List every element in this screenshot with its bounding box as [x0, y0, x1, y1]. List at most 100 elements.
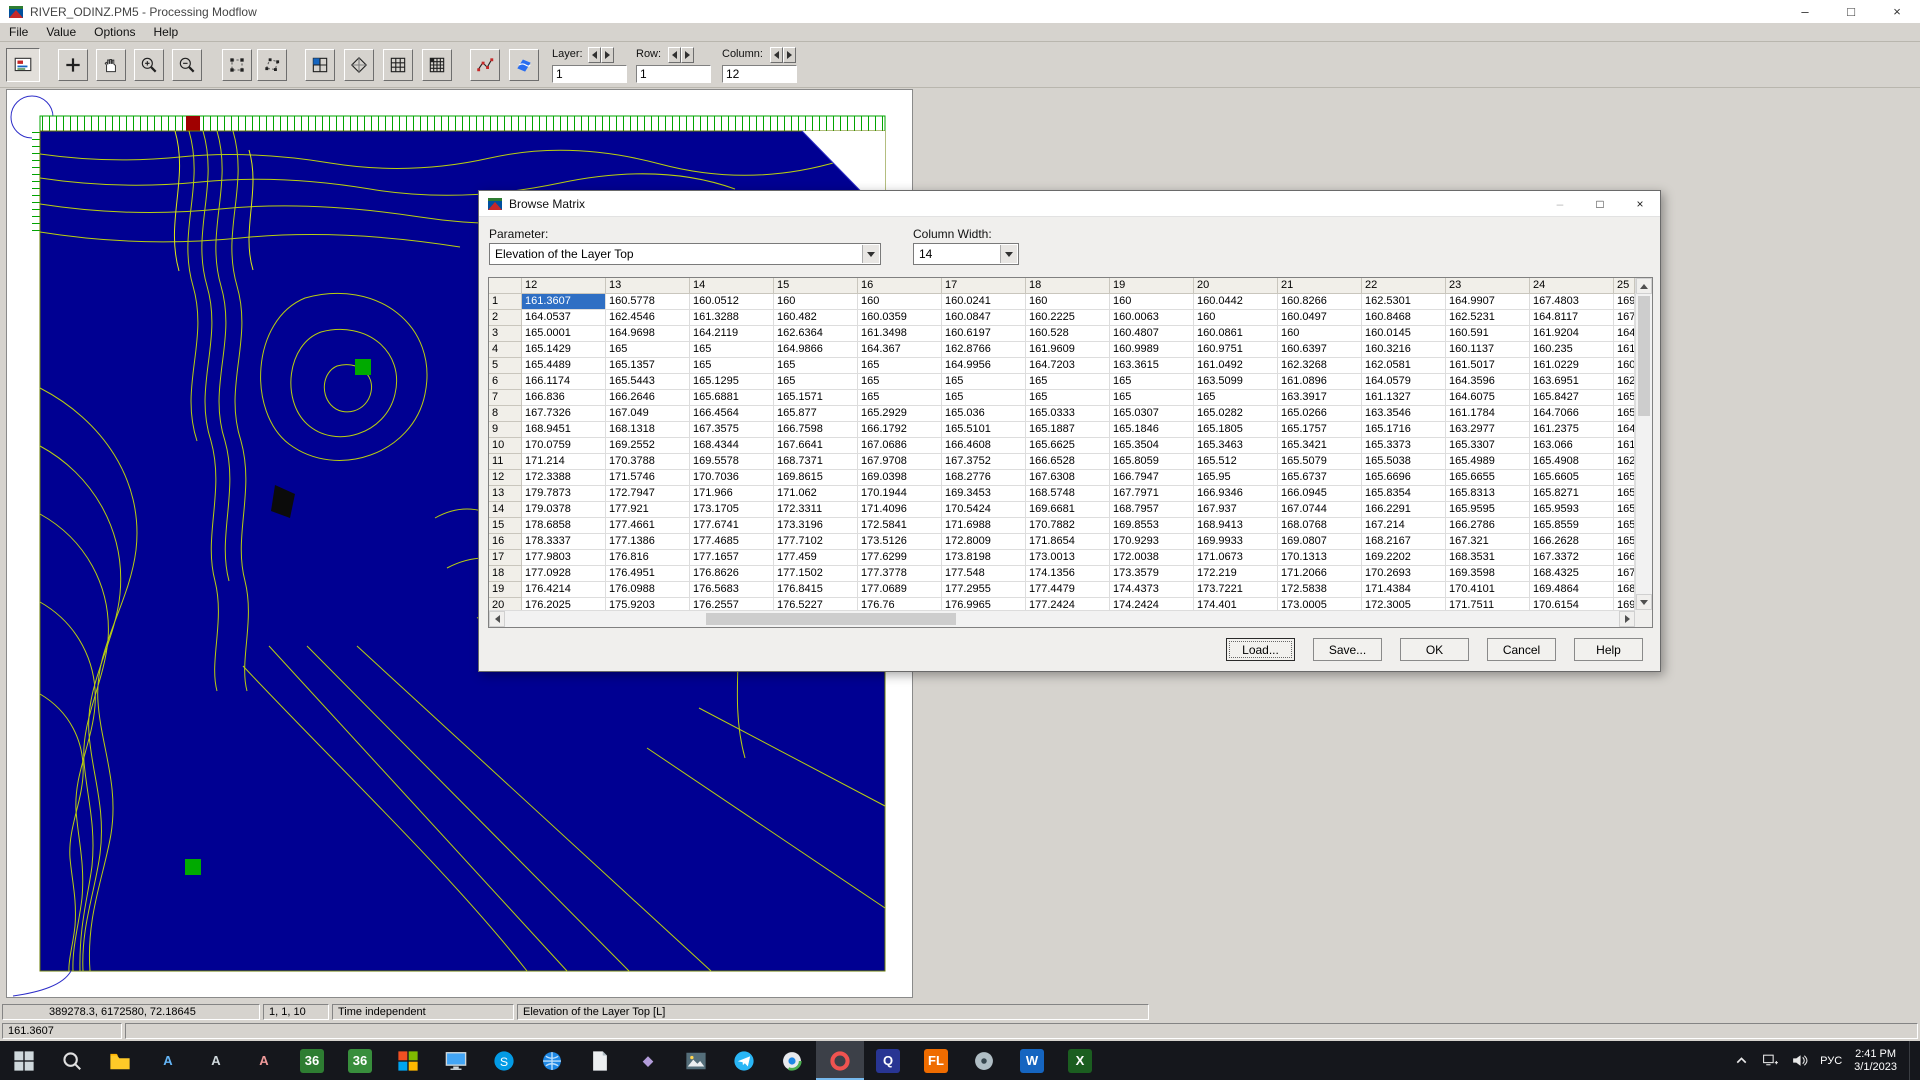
grid-cell[interactable]: 160.9751: [1194, 342, 1278, 358]
grid-cell[interactable]: 176.5227: [774, 598, 858, 610]
grid-cell[interactable]: 165.4908: [1530, 454, 1614, 470]
grid-cell[interactable]: 165.: [1614, 534, 1635, 550]
grid-cell[interactable]: 174.401: [1194, 598, 1278, 610]
grid-cell[interactable]: 160.0847: [942, 310, 1026, 326]
grid-cell[interactable]: 177.548: [942, 566, 1026, 582]
grid-cell[interactable]: 162.: [1614, 454, 1635, 470]
grid-cell[interactable]: 165.3373: [1362, 438, 1446, 454]
grid-cell[interactable]: 164.2119: [690, 326, 774, 342]
taskbar-word-icon[interactable]: W: [1008, 1041, 1056, 1080]
clock[interactable]: 2:41 PM 3/1/2023: [1854, 1048, 1897, 1074]
grid-cell[interactable]: 178.3337: [522, 534, 606, 550]
grid-cell[interactable]: 165.3504: [1110, 438, 1194, 454]
grid-cell[interactable]: 166.7947: [1110, 470, 1194, 486]
grid-cell[interactable]: 165.0266: [1278, 406, 1362, 422]
grid-cell[interactable]: 176.76: [858, 598, 942, 610]
grid-cell[interactable]: 171.966: [690, 486, 774, 502]
column-width-select[interactable]: 14: [913, 243, 1019, 265]
grid-cell[interactable]: 169.2552: [606, 438, 690, 454]
help-button[interactable]: Help: [1574, 638, 1643, 661]
grid-cell[interactable]: 165: [1026, 374, 1110, 390]
grid-cell[interactable]: 166.: [1614, 550, 1635, 566]
grid-cell[interactable]: 176.816: [606, 550, 690, 566]
grid-cell[interactable]: 165.8059: [1110, 454, 1194, 470]
grid-cell[interactable]: 169.9933: [1194, 534, 1278, 550]
grid-cell[interactable]: 168.1318: [606, 422, 690, 438]
grid-cell[interactable]: 170.0759: [522, 438, 606, 454]
grid-cell[interactable]: 164.: [1614, 422, 1635, 438]
horizontal-scroll-thumb[interactable]: [706, 613, 956, 625]
grid-cell[interactable]: 177.1657: [690, 550, 774, 566]
scroll-left-icon[interactable]: [489, 611, 505, 627]
grid-cell[interactable]: 160: [1110, 294, 1194, 310]
grid-cell[interactable]: 165.877: [774, 406, 858, 422]
grid-cell[interactable]: 165.95: [1194, 470, 1278, 486]
grid-cell[interactable]: 167.: [1614, 310, 1635, 326]
taskbar-search-icon[interactable]: [48, 1041, 96, 1080]
grid-cell[interactable]: 169.8553: [1110, 518, 1194, 534]
grid-cell[interactable]: 177.6299: [858, 550, 942, 566]
grid-cell[interactable]: 162.8766: [942, 342, 1026, 358]
column-input[interactable]: [722, 65, 797, 83]
grid-cell[interactable]: 160.0145: [1362, 326, 1446, 342]
network-icon[interactable]: [1762, 1052, 1779, 1069]
grid-cell[interactable]: 160.2225: [1026, 310, 1110, 326]
grid-cell[interactable]: 164.7203: [1026, 358, 1110, 374]
taskbar-telegram-icon[interactable]: [720, 1041, 768, 1080]
grid-cell[interactable]: 164.367: [858, 342, 942, 358]
grid-cell[interactable]: 172.8009: [942, 534, 1026, 550]
grid-cell[interactable]: 160.9989: [1110, 342, 1194, 358]
grid-cell[interactable]: 163.2977: [1446, 422, 1530, 438]
grid-cell[interactable]: 176.8415: [774, 582, 858, 598]
grid-cell[interactable]: 167.3372: [1530, 550, 1614, 566]
taskbar-app-monitor-icon[interactable]: [432, 1041, 480, 1080]
cancel-button[interactable]: Cancel: [1487, 638, 1556, 661]
grid-cell[interactable]: 165.512: [1194, 454, 1278, 470]
grid-cell[interactable]: 177.4479: [1026, 582, 1110, 598]
grid-cell[interactable]: 164.3596: [1446, 374, 1530, 390]
grid-cell[interactable]: 165.2929: [858, 406, 942, 422]
grid-cell[interactable]: 177.2424: [1026, 598, 1110, 610]
move-vertex-icon[interactable]: [222, 49, 252, 81]
grid-cell[interactable]: 160.8266: [1278, 294, 1362, 310]
scroll-right-icon[interactable]: [1619, 611, 1635, 627]
grid-cell[interactable]: 160.482: [774, 310, 858, 326]
grid-cell[interactable]: 166.9346: [1194, 486, 1278, 502]
grid-cell[interactable]: 168.3531: [1446, 550, 1530, 566]
grid-cell[interactable]: 166.1792: [858, 422, 942, 438]
grid-cell[interactable]: 169.5578: [690, 454, 774, 470]
grid-cell[interactable]: 166.2628: [1530, 534, 1614, 550]
layer-spin-right-icon[interactable]: [601, 47, 614, 63]
grid-cell[interactable]: 163.5099: [1194, 374, 1278, 390]
grid-cell[interactable]: 165: [1110, 374, 1194, 390]
grid-cell[interactable]: 165.9593: [1530, 502, 1614, 518]
grid-cell[interactable]: 164.0537: [522, 310, 606, 326]
grid-cell[interactable]: 177.921: [606, 502, 690, 518]
grid-cell[interactable]: 165.4489: [522, 358, 606, 374]
grid-cell[interactable]: 165.6605: [1530, 470, 1614, 486]
grid-cell[interactable]: 160.1137: [1446, 342, 1530, 358]
taskbar-app-violet-icon[interactable]: ◆: [624, 1041, 672, 1080]
grid-cell[interactable]: 170.4101: [1446, 582, 1530, 598]
grid-cell[interactable]: 165.1887: [1026, 422, 1110, 438]
grid-cell[interactable]: 161.3607: [522, 294, 606, 310]
grid-cell[interactable]: 165.5038: [1362, 454, 1446, 470]
grid-cell[interactable]: 160.591: [1446, 326, 1530, 342]
grid-cell[interactable]: 165.6655: [1446, 470, 1530, 486]
grid-cell[interactable]: 165.036: [942, 406, 1026, 422]
grid-cell[interactable]: 177.2955: [942, 582, 1026, 598]
grid-cell[interactable]: 165.1571: [774, 390, 858, 406]
grid-cell[interactable]: 179.0378: [522, 502, 606, 518]
grid-cell[interactable]: 167.214: [1362, 518, 1446, 534]
grid-cell[interactable]: 166.7598: [774, 422, 858, 438]
grid-cell[interactable]: 168.7957: [1110, 502, 1194, 518]
grid-refine-icon[interactable]: [422, 49, 452, 81]
volume-icon[interactable]: [1791, 1052, 1808, 1069]
grid-cell[interactable]: 165: [1026, 390, 1110, 406]
pan-hand-icon[interactable]: [96, 49, 126, 81]
grid-cell[interactable]: 177.7102: [774, 534, 858, 550]
grid-cell[interactable]: 166.2786: [1446, 518, 1530, 534]
grid-cell[interactable]: 173.1705: [690, 502, 774, 518]
grid-cell[interactable]: 165.5101: [942, 422, 1026, 438]
grid-cell[interactable]: 169.4864: [1530, 582, 1614, 598]
